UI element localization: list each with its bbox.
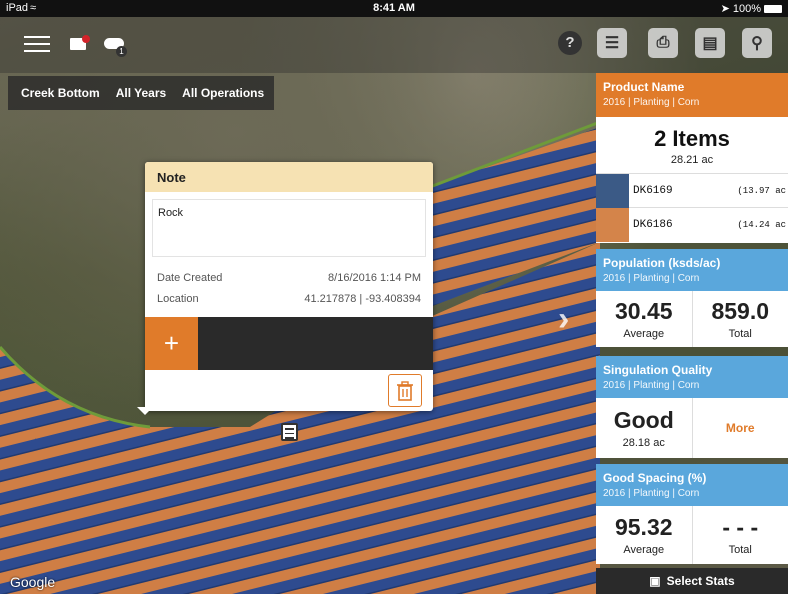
location-value: 41.217878 | -93.408394 [304,293,421,305]
note-title: Note [145,162,433,192]
spacing-card-header: Good Spacing (%) 2016 | Planting | Corn [596,464,788,506]
cloud-badge: 1 [116,46,127,57]
spacing-card-subtitle: 2016 | Planting | Corn [603,488,700,499]
select-stats-button[interactable]: ▣ Select Stats [596,568,788,594]
population-average-label: Average [623,328,665,340]
singulation-card-subtitle: 2016 | Planting | Corn [603,380,700,391]
singulation-area: 28.18 ac [622,437,665,449]
location-icon: ➤ [720,3,730,15]
singulation-stats: Good 28.18 ac More [596,398,788,458]
spacing-average: 95.32 Average [596,506,692,564]
message-alert-badge [82,35,90,43]
population-card-header: Population (ksds/ac) 2016 | Planting | C… [596,249,788,291]
singulation-card[interactable]: Singulation Quality 2016 | Planting | Co… [596,356,788,458]
note-popup-tail [137,407,153,415]
clock: 8:41 AM [373,2,415,14]
product-area: (14.24 ac [737,219,786,230]
product-swatch [596,173,629,208]
next-chevron-icon[interactable]: › [558,300,569,339]
zoom-extents-icon[interactable]: ⚲ [742,28,772,58]
note-text-field[interactable]: Rock [152,199,426,257]
google-attribution: Google [10,574,56,590]
population-card-subtitle: 2016 | Planting | Corn [603,273,700,284]
spacing-average-value: 95.32 [614,514,673,540]
population-total: 859.0 Total [691,291,788,347]
population-card[interactable]: Population (ksds/ac) 2016 | Planting | C… [596,249,788,347]
battery-percent: 100% [732,3,761,15]
product-row[interactable]: DK6169 (13.97 ac [596,173,788,208]
date-created-value: 8/16/2016 1:14 PM [328,272,421,284]
product-name: DK6169 [633,184,673,197]
spacing-total-value: - - - [722,514,759,540]
spacing-card[interactable]: Good Spacing (%) 2016 | Planting | Corn … [596,464,788,564]
product-card[interactable]: Product Name 2016 | Planting | Corn 2 It… [596,73,788,243]
population-total-label: Total [728,328,752,340]
filter-field[interactable]: Creek Bottom [21,86,100,100]
product-area: (13.97 ac [737,185,786,196]
add-photo-button[interactable]: + [145,317,198,370]
trash-icon[interactable] [388,374,422,407]
help-icon[interactable]: ? [555,28,585,58]
population-average-value: 30.45 [614,298,673,324]
product-card-title: Product Name [603,80,685,94]
note-pin-icon[interactable] [281,423,298,441]
product-name: DK6186 [633,218,673,231]
singulation-value-box: Good 28.18 ac [596,398,692,458]
select-stats-icon: ▣ [649,574,661,588]
singulation-more-box: More [691,398,788,458]
product-swatch [596,207,629,242]
items-area: 28.21 ac [670,154,714,166]
singulation-card-title: Singulation Quality [603,363,713,377]
date-created-row: Date Created 8/16/2016 1:14 PM [157,272,421,284]
layers-icon[interactable]: ☰ [597,28,627,58]
location-row: Location 41.217878 | -93.408394 [157,293,421,305]
spacing-stats: 95.32 Average - - - Total [596,506,788,564]
date-created-label: Date Created [157,272,223,284]
singulation-card-header: Singulation Quality 2016 | Planting | Co… [596,356,788,398]
battery-indicator: ➤ 100% [721,2,782,15]
select-stats-label: Select Stats [666,574,735,588]
spacing-card-title: Good Spacing (%) [603,471,707,485]
filter-years[interactable]: All Years [116,86,166,100]
location-label: Location [157,293,199,305]
more-link[interactable]: More [693,421,788,435]
print-icon[interactable]: ⎙ [648,28,678,58]
filter-operations[interactable]: All Operations [182,86,264,100]
product-row[interactable]: DK6186 (14.24 ac [596,207,788,242]
spacing-total: - - - Total [691,506,788,564]
document-icon[interactable]: ▤ [695,28,725,58]
field-filter-bar[interactable]: Creek Bottom All Years All Operations [8,76,275,110]
note-popup: Note Rock Date Created 8/16/2016 1:14 PM… [145,162,433,411]
population-average: 30.45 Average [596,291,692,347]
battery-icon [764,5,782,13]
population-card-title: Population (ksds/ac) [603,256,721,270]
items-count: 2 Items [654,126,730,151]
spacing-total-label: Total [728,544,752,556]
status-bar: iPad ≈ 8:41 AM ➤ 100% [0,0,788,17]
product-card-header: Product Name 2016 | Planting | Corn [596,73,788,117]
product-card-subtitle: 2016 | Planting | Corn [603,97,700,108]
population-total-value: 859.0 [711,298,770,324]
spacing-average-label: Average [623,544,665,556]
singulation-value: Good [613,407,674,433]
note-photo-strip: + [145,317,433,370]
population-stats: 30.45 Average 859.0 Total [596,291,788,347]
hamburger-icon[interactable] [24,36,50,52]
